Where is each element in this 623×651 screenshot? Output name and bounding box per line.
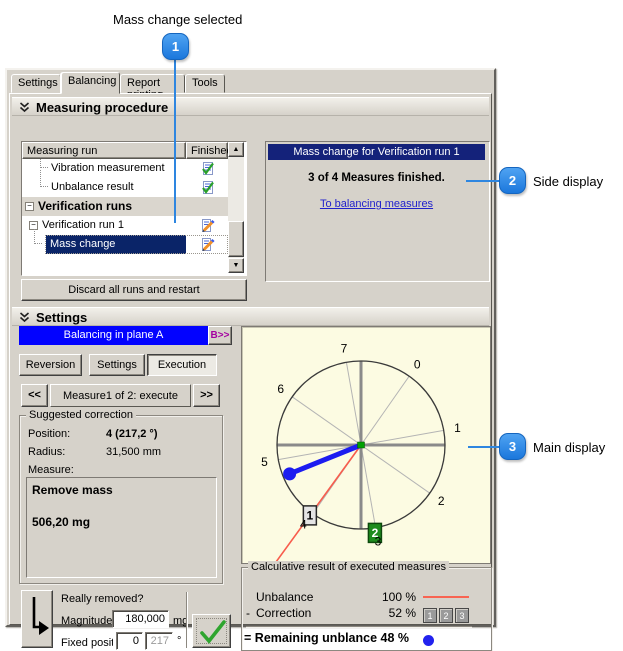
really-removed-question: Really removed?	[61, 593, 144, 605]
calculative-result-legend: Calculative result of executed measures	[248, 561, 449, 573]
confirm-button[interactable]	[192, 614, 231, 648]
finished-check-icon	[200, 180, 215, 195]
measure-3-box: 3	[455, 608, 469, 623]
discard-all-runs-button[interactable]: Discard all runs and restart	[21, 279, 247, 301]
callout-1-label: Mass change selected	[113, 12, 242, 27]
measure-nav-label: Measure1 of 2: execute	[50, 384, 191, 407]
measure-label: Measure:	[28, 464, 74, 476]
scroll-up-button[interactable]: ▲	[228, 142, 244, 157]
magnitude-label: Magnitude	[61, 615, 112, 627]
svg-text:1: 1	[307, 508, 314, 522]
to-balancing-measures-link[interactable]: To balancing measures	[266, 198, 487, 210]
tree-row-unbalance-result[interactable]: Unbalance result	[22, 178, 228, 197]
svg-text:4: 4	[300, 517, 307, 531]
svg-text:5: 5	[261, 455, 268, 469]
svg-text:3: 3	[375, 535, 382, 549]
measure-amount: 506,20 mg	[32, 515, 90, 529]
fixed-position-unit: °	[177, 635, 181, 647]
side-display-status: 3 of 4 Measures finished.	[266, 172, 487, 184]
fixed-position-label: Fixed positio	[61, 637, 113, 649]
remaining-unbalance-dot	[423, 635, 434, 646]
callout-3-line	[468, 446, 500, 448]
plane-bar: Balancing in plane A B>>	[19, 326, 232, 345]
settings-section-header[interactable]: Settings	[12, 307, 489, 326]
tree-row-vibration-measurement[interactable]: Vibration measurement	[22, 159, 228, 178]
balancing-polar-chart: 1201234567	[242, 327, 490, 563]
tab-tools[interactable]: Tools	[185, 74, 225, 93]
measure-action: Remove mass	[32, 483, 113, 497]
down-right-arrow-icon	[23, 591, 51, 643]
callout-1-line	[174, 58, 176, 223]
svg-text:0: 0	[414, 358, 421, 372]
radius-label: Radius:	[28, 446, 65, 458]
measure-1-box: 1	[423, 608, 437, 623]
tree-row-mass-change[interactable]: Mass change	[22, 235, 228, 254]
svg-text:7: 7	[341, 341, 348, 355]
unbalance-value: 100 %	[362, 590, 416, 604]
correction-label: Correction	[256, 606, 311, 620]
chevron-double-down-icon	[19, 312, 30, 323]
tab-balancing[interactable]: Balancing	[61, 72, 120, 94]
svg-text:1: 1	[454, 421, 461, 435]
position-label: Position:	[28, 428, 70, 440]
application-window: Settings Balancing Report printing Tools…	[5, 68, 496, 627]
unbalance-label: Unbalance	[256, 590, 313, 604]
next-measure-button[interactable]: >>	[193, 384, 220, 407]
remaining-unbalance-total: = Remaining unblance 48 %	[244, 631, 409, 645]
fixed-position-readonly	[145, 632, 173, 650]
main-display-panel: 1201234567	[241, 326, 491, 564]
finished-check-icon	[200, 161, 215, 176]
svg-text:6: 6	[277, 382, 284, 396]
scrollbar-thumb[interactable]	[228, 221, 244, 257]
apply-correction-button[interactable]	[21, 590, 53, 648]
suggested-correction-legend: Suggested correction	[26, 409, 136, 421]
plane-bar-label: Balancing in plane A	[19, 326, 208, 345]
measuring-procedure-header[interactable]: Measuring procedure	[12, 97, 489, 116]
collapse-icon[interactable]: −	[25, 202, 34, 211]
tree-row-verification-runs[interactable]: − Verification runs	[22, 197, 228, 216]
balancing-tab-page: Measuring procedure Measuring run Finish…	[9, 93, 492, 625]
chevron-double-down-icon	[19, 102, 30, 113]
prev-measure-button[interactable]: <<	[21, 384, 48, 407]
callout-3-label: Main display	[533, 440, 605, 455]
divider	[186, 592, 188, 648]
execution-button[interactable]: Execution	[147, 354, 217, 376]
suggested-correction-group: Suggested correction Position: 4 (217,2 …	[19, 415, 223, 584]
tree-scrollbar[interactable]: ▲ ▼	[228, 142, 244, 273]
settings-mode-button[interactable]: Settings	[89, 354, 145, 376]
column-header-finished[interactable]: Finished	[186, 142, 228, 159]
pencil-edit-icon	[200, 218, 215, 233]
plane-switch-button[interactable]: B>>	[208, 326, 232, 345]
callout-1-badge: 1	[162, 33, 189, 60]
scroll-down-button[interactable]: ▼	[228, 258, 244, 273]
side-display-title: Mass change for Verification run 1	[268, 144, 485, 160]
fixed-position-input[interactable]	[116, 632, 143, 650]
magnitude-input[interactable]	[112, 610, 169, 628]
svg-text:2: 2	[438, 494, 445, 508]
side-display-panel: Mass change for Verification run 1 3 of …	[265, 141, 490, 282]
callout-2-line	[466, 180, 500, 182]
callout-3-badge: 3	[499, 433, 526, 460]
tree-row-verification-run-1[interactable]: − Verification run 1	[22, 216, 228, 235]
reversion-button[interactable]: Reversion	[19, 354, 82, 376]
measure-instruction-box: Remove mass 506,20 mg	[26, 477, 217, 578]
measure-2-box: 2	[439, 608, 453, 623]
position-value: 4 (217,2 °)	[106, 428, 157, 440]
correction-prefix: -	[246, 606, 250, 620]
measuring-run-tree: Measuring run Finished Vibration measure…	[21, 141, 247, 276]
calculative-result-group: Calculative result of executed measures …	[241, 567, 492, 651]
unbalance-red-line-swatch	[423, 596, 469, 598]
callout-2-badge: 2	[499, 167, 526, 194]
radius-value: 31,500 mm	[106, 446, 161, 458]
callout-2-label: Side display	[533, 174, 603, 189]
divider	[246, 626, 472, 628]
correction-value: 52 %	[362, 606, 416, 620]
tab-settings[interactable]: Settings	[11, 74, 61, 93]
